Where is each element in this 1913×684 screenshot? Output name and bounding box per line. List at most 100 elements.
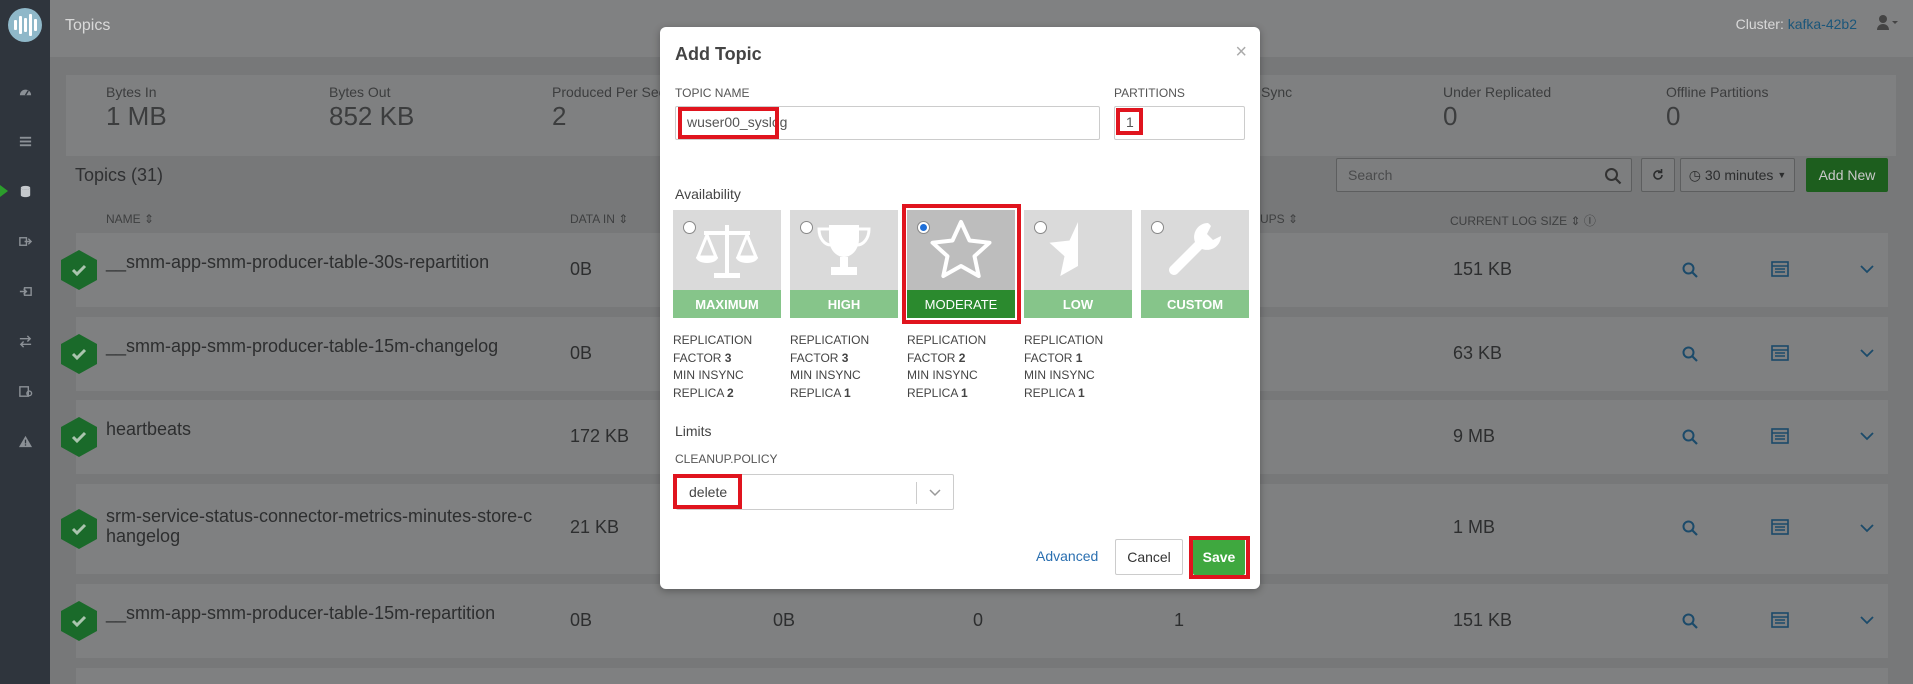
highlight-save	[1189, 536, 1250, 579]
add-new-button[interactable]: Add New	[1806, 158, 1888, 192]
chevron-down-icon[interactable]	[1860, 348, 1874, 358]
table-row[interactable]: __smm-app-smm-producer-table-15m-reparti…	[61, 584, 1888, 658]
chevron-down-icon[interactable]	[1860, 431, 1874, 441]
cleanup-policy-label: CLEANUP.POLICY	[675, 452, 778, 466]
data-in-value: 21 KB	[570, 517, 620, 537]
topics-count-title: Topics (31)	[75, 165, 164, 185]
data-in-value: 0B	[570, 259, 593, 279]
chevron-down-icon[interactable]	[1860, 615, 1874, 625]
chevron-down-icon[interactable]	[1860, 264, 1874, 274]
modal-title: Add Topic	[675, 44, 762, 64]
app-logo[interactable]	[8, 8, 42, 42]
stat-under-replicated: Under Replicated 0	[1443, 84, 1552, 131]
data-explorer-icon[interactable]	[1771, 519, 1789, 535]
producers-icon[interactable]	[0, 226, 50, 256]
time-range-value: 30 minutes	[1704, 167, 1774, 183]
maximum-label: MAXIMUM	[673, 290, 781, 318]
healthy-status-icon	[61, 601, 97, 641]
stat-produced-per-sec: Produced Per Sec 2	[552, 84, 666, 131]
moderate-description: REPLICATION FACTOR 2 MIN INSYNC REPLICA …	[907, 333, 987, 400]
healthy-status-icon	[61, 509, 97, 549]
clock-icon: ◷	[1688, 166, 1701, 183]
close-icon[interactable]: ×	[1235, 41, 1247, 64]
low-label: LOW	[1024, 290, 1132, 318]
stat-bytes-in: Bytes In 1 MB	[106, 84, 167, 131]
data-explorer-icon[interactable]	[1771, 345, 1789, 361]
advanced-link[interactable]: Advanced	[1036, 548, 1098, 564]
cluster-label: Cluster:	[1735, 16, 1784, 32]
stat-sync: Sync	[1261, 84, 1293, 100]
caret-down-icon: ▼	[1777, 170, 1787, 180]
highlight-cleanup-policy	[673, 474, 742, 509]
column-header-name[interactable]: NAME ⇕	[106, 212, 154, 226]
low-radio[interactable]	[1034, 221, 1047, 234]
high-description: REPLICATION FACTOR 3 MIN INSYNC REPLICA …	[790, 333, 870, 400]
maximum-radio[interactable]	[683, 221, 696, 234]
user-menu[interactable]	[1877, 14, 1899, 33]
topic-name[interactable]: srm-service-status-connector-metrics-min…	[106, 506, 546, 546]
availability-custom-option[interactable]: CUSTOM	[1141, 210, 1249, 318]
alerts-icon[interactable]	[0, 426, 50, 456]
messages-value: 0	[973, 610, 984, 630]
column-header-log-size[interactable]: CURRENT LOG SIZE ⇕ ⓘ	[1450, 212, 1596, 229]
limits-label: Limits	[675, 423, 712, 439]
table-row[interactable]	[76, 668, 1888, 684]
topic-name[interactable]: __smm-app-smm-producer-table-15m-reparti…	[106, 603, 546, 623]
chevron-down-icon[interactable]	[1860, 523, 1874, 533]
column-header-groups[interactable]: UPS ⇕	[1260, 212, 1298, 226]
high-radio[interactable]	[800, 221, 813, 234]
data-explorer-icon[interactable]	[1771, 612, 1789, 628]
custom-label: CUSTOM	[1141, 290, 1249, 318]
maximum-description: REPLICATION FACTOR 3 MIN INSYNC REPLICA …	[673, 333, 753, 400]
dashboard-icon[interactable]	[0, 76, 50, 106]
data-in-value: 0B	[570, 610, 593, 630]
partitions-value: 1	[1174, 610, 1185, 630]
topic-name[interactable]: heartbeats	[106, 419, 546, 439]
highlight-partitions	[1116, 108, 1143, 135]
search-icon[interactable]	[1681, 345, 1699, 363]
stat-bytes-out: Bytes Out 852 KB	[329, 84, 415, 131]
data-explorer-icon[interactable]	[1771, 428, 1789, 444]
search-icon[interactable]	[1681, 612, 1699, 630]
availability-maximum-option[interactable]: MAXIMUM	[673, 210, 781, 318]
consumers-icon[interactable]	[0, 276, 50, 306]
brokers-icon[interactable]	[0, 126, 50, 156]
search-icon	[1605, 168, 1622, 185]
replication-icon[interactable]	[0, 326, 50, 356]
custom-radio[interactable]	[1151, 221, 1164, 234]
search-icon[interactable]	[1681, 428, 1699, 446]
refresh-button[interactable]	[1641, 158, 1675, 192]
cancel-button[interactable]: Cancel	[1115, 539, 1183, 575]
highlight-topic-name	[678, 107, 779, 139]
stat-offline-partitions: Offline Partitions 0	[1666, 84, 1769, 131]
data-in-value: 172 KB	[570, 426, 630, 446]
log-size-value: 151 KB	[1453, 259, 1513, 279]
availability-low-option[interactable]: LOW	[1024, 210, 1132, 318]
availability-high-option[interactable]: HIGH	[790, 210, 898, 318]
add-topic-modal: Add Topic × TOPIC NAME wuser00_syslog PA…	[660, 27, 1260, 589]
healthy-status-icon	[61, 334, 97, 374]
search-icon[interactable]	[1681, 261, 1699, 279]
search-input[interactable]: Search	[1336, 158, 1632, 192]
topic-name[interactable]: __smm-app-smm-producer-table-15m-changel…	[106, 336, 546, 356]
log-size-value: 151 KB	[1453, 610, 1513, 630]
column-header-data-in[interactable]: DATA IN ⇕	[570, 212, 628, 226]
log-size-value: 63 KB	[1453, 343, 1503, 363]
search-icon[interactable]	[1681, 519, 1699, 537]
data-explorer-icon[interactable]	[0, 376, 50, 406]
log-size-value: 9 MB	[1453, 426, 1496, 446]
healthy-status-icon	[61, 417, 97, 457]
data-explorer-icon[interactable]	[1771, 261, 1789, 277]
cluster-name[interactable]: kafka-42b2	[1788, 16, 1857, 32]
page-title: Topics	[65, 17, 111, 34]
topic-name[interactable]: __smm-app-smm-producer-table-30s-reparti…	[106, 252, 546, 272]
cluster-indicator[interactable]: Cluster: kafka-42b2	[1736, 16, 1857, 32]
data-in-value: 0B	[570, 343, 593, 363]
user-icon	[1877, 15, 1898, 30]
data-out-value: 0B	[773, 610, 796, 630]
search-placeholder: Search	[1348, 167, 1393, 183]
time-range-dropdown[interactable]: ◷ 30 minutes ▼	[1680, 158, 1795, 192]
log-size-value: 1 MB	[1453, 517, 1496, 537]
sidebar	[0, 0, 50, 684]
topics-icon[interactable]	[0, 176, 50, 206]
